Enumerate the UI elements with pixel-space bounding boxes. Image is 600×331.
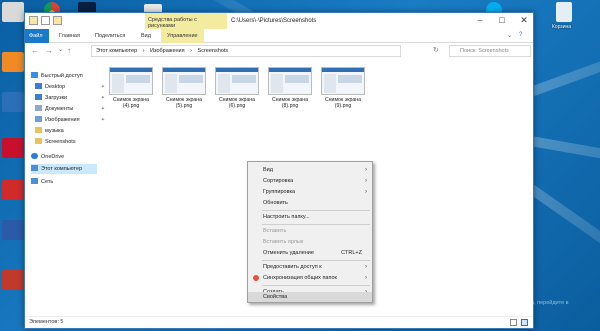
menu-item-give-access[interactable]: Предоставить доступ к › xyxy=(248,262,372,272)
details-view-icon[interactable] xyxy=(510,319,517,326)
cloud-icon xyxy=(31,153,38,159)
recycle-bin-icon[interactable] xyxy=(556,2,572,22)
menu-item-undo-delete[interactable]: Отменить удаление CTRL+Z xyxy=(248,248,372,258)
picture-tools-title: Средства работы с рисунками xyxy=(145,13,227,29)
desktop-app-icon[interactable] xyxy=(2,52,24,72)
menu-item-sync-shared-folders[interactable]: Синхронизация общих папок › xyxy=(248,273,372,283)
tab-home[interactable]: Главная xyxy=(53,29,86,43)
file-thumbnail[interactable] xyxy=(321,67,365,95)
nav-downloads[interactable]: Загрузки ✦ xyxy=(35,93,105,103)
desktop-app-icon[interactable] xyxy=(2,220,24,240)
nav-onedrive[interactable]: OneDrive xyxy=(31,152,64,162)
file-thumbnail[interactable] xyxy=(109,67,153,95)
computer-icon xyxy=(31,165,38,171)
menu-separator xyxy=(262,260,370,261)
menu-item-paste[interactable]: Вставить xyxy=(248,226,372,236)
tab-share[interactable]: Поделиться xyxy=(89,29,131,43)
tab-file[interactable]: Файл xyxy=(25,29,49,43)
folder-icon xyxy=(35,127,42,133)
up-arrow-icon[interactable]: ↑ xyxy=(67,46,71,55)
nav-quick-access[interactable]: Быстрый доступ xyxy=(31,71,83,81)
activation-watermark-title: Активация Windows xyxy=(458,288,523,295)
window-title: C:\Users\·\Pictures\Screenshots xyxy=(231,18,317,24)
checkmark-icon[interactable] xyxy=(41,16,50,25)
navigation-pane: Быстрый доступ Desktop ✦ Загрузки ✦ Докуме… xyxy=(25,63,105,318)
menu-item-refresh[interactable]: Обновить xyxy=(248,198,372,208)
context-menu: Вид › Сортировка › Группировка › Обновить Н… xyxy=(247,161,373,303)
chevron-right-icon: › xyxy=(365,189,367,195)
picture-icon xyxy=(35,116,42,122)
document-icon xyxy=(35,105,42,111)
chevron-right-icon: › xyxy=(365,178,367,184)
nav-documents[interactable]: Документы ✦ xyxy=(35,104,105,114)
desktop-app-icon[interactable] xyxy=(2,2,24,22)
address-bar: ← → ⌄ ↑ Этот компьютер › Изображения › S… xyxy=(25,43,533,59)
nav-pictures[interactable]: Изображения ✦ xyxy=(35,115,105,125)
file-name[interactable]: Снимок экрана (9).png xyxy=(318,97,368,109)
help-icon[interactable]: ? xyxy=(519,32,522,38)
chevron-right-icon: › xyxy=(365,264,367,270)
menu-item-group[interactable]: Группировка › xyxy=(248,187,372,197)
shortcut-label: CTRL+Z xyxy=(341,250,362,256)
menu-separator xyxy=(262,285,370,286)
forward-arrow-icon[interactable]: → xyxy=(45,46,53,55)
download-icon xyxy=(35,94,42,100)
folder-icon xyxy=(35,83,42,89)
menu-item-customize-folder[interactable]: Настроить папку... xyxy=(248,212,372,222)
file-thumbnail[interactable] xyxy=(215,67,259,95)
activation-watermark-line: Чтобы активировать Windows, перейдите в xyxy=(458,300,569,306)
menu-separator xyxy=(262,210,370,211)
file-thumbnail[interactable] xyxy=(162,67,206,95)
tab-view[interactable]: Вид xyxy=(135,29,157,43)
close-button[interactable]: ✕ xyxy=(513,13,535,29)
folder-icon xyxy=(35,138,42,144)
status-bar: Элементов: 5 xyxy=(25,316,533,328)
folder-icon[interactable] xyxy=(53,16,62,25)
nav-music[interactable]: музыка xyxy=(35,126,64,136)
nav-this-pc[interactable]: Этот компьютер xyxy=(31,164,97,174)
nav-desktop[interactable]: Desktop ✦ xyxy=(35,82,105,92)
maximize-button[interactable]: □ xyxy=(491,13,513,29)
network-icon xyxy=(31,178,38,184)
file-name[interactable]: Снимок экрана (4).png xyxy=(106,97,156,109)
minimize-button[interactable]: – xyxy=(469,13,491,29)
menu-item-properties[interactable]: Свойства xyxy=(248,292,372,302)
recent-dropdown-icon[interactable]: ⌄ xyxy=(58,46,63,53)
file-name[interactable]: Снимок экрана (8).png xyxy=(265,97,315,109)
star-icon xyxy=(31,72,38,78)
search-input[interactable]: Поиск: Screenshots xyxy=(449,45,531,57)
back-arrow-icon[interactable]: ← xyxy=(31,46,39,55)
breadcrumb-item[interactable]: Этот компьютер xyxy=(96,48,137,54)
desktop-app-icon[interactable] xyxy=(2,92,24,112)
chevron-right-icon: › xyxy=(365,275,367,281)
ribbon-expand-icon[interactable]: ⌄ xyxy=(507,32,512,39)
breadcrumb-item[interactable]: Изображения xyxy=(150,48,185,54)
file-thumbnail[interactable] xyxy=(268,67,312,95)
file-name[interactable]: Снимок экрана (6).png xyxy=(212,97,262,109)
quick-access-toolbar xyxy=(29,16,62,25)
nav-network[interactable]: Сеть xyxy=(31,177,53,187)
menu-separator xyxy=(262,224,370,225)
folder-icon[interactable] xyxy=(29,16,38,25)
desktop-app-icon[interactable] xyxy=(2,270,24,290)
breadcrumb-item[interactable]: Screenshots xyxy=(198,48,229,54)
menu-item-view[interactable]: Вид › xyxy=(248,165,372,175)
desktop-app-icon[interactable] xyxy=(2,180,24,200)
chevron-right-icon: › xyxy=(365,167,367,173)
tab-manage[interactable]: Управление xyxy=(161,29,204,43)
breadcrumb[interactable]: Этот компьютер › Изображения › Screensho… xyxy=(91,45,401,57)
item-count: Элементов: 5 xyxy=(29,319,64,325)
sync-icon xyxy=(253,275,259,281)
activation-watermark-line: раздел "Параметры". xyxy=(458,309,513,315)
file-name[interactable]: Снимок экрана (5).png xyxy=(159,97,209,109)
menu-item-paste-shortcut[interactable]: Вставить ярлык xyxy=(248,237,372,247)
nav-screenshots[interactable]: Screenshots xyxy=(35,137,76,147)
ribbon-tabs: Файл Главная Поделиться Вид Управление ⌄… xyxy=(25,29,533,43)
desktop-app-icon[interactable] xyxy=(2,138,24,158)
large-icons-view-icon[interactable] xyxy=(521,319,528,326)
refresh-icon[interactable]: ↻ xyxy=(433,46,439,54)
title-bar: Средства работы с рисунками C:\Users\·\P… xyxy=(25,13,533,29)
recycle-bin-label: Корзина xyxy=(552,24,572,30)
menu-item-sort[interactable]: Сортировка › xyxy=(248,176,372,186)
